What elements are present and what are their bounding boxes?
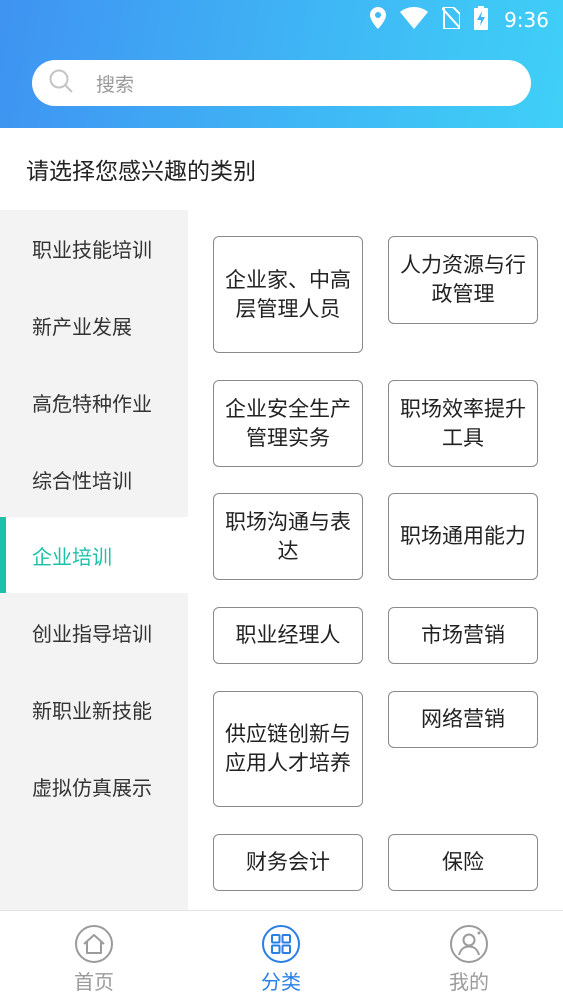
nav-category[interactable]: 分类 [221, 911, 341, 1000]
sidebar-item-label: 企业培训 [32, 544, 112, 569]
sidebar-item-enterprise[interactable]: 企业培训 [0, 517, 188, 593]
sidebar-item-label: 新产业发展 [32, 314, 132, 339]
sidebar-item-virtual-simulation[interactable]: 虚拟仿真展示 [0, 748, 188, 824]
category-card[interactable]: 网络营销 [388, 691, 538, 748]
category-card[interactable]: 财务会计 [213, 834, 363, 891]
status-time: 9:36 [504, 8, 549, 32]
category-card[interactable]: 保险 [388, 834, 538, 891]
category-card[interactable]: 职业经理人 [213, 607, 363, 664]
nav-label: 分类 [261, 970, 301, 994]
search-bar[interactable]: 搜索 [32, 60, 531, 106]
status-bar: 9:36 [0, 0, 563, 40]
sidebar-item-label: 高危特种作业 [32, 391, 152, 416]
category-card[interactable]: 职场效率提升工具 [388, 380, 538, 467]
sidebar-item-label: 综合性培训 [32, 468, 132, 493]
wifi-icon [400, 7, 429, 33]
bottom-nav: 首页 分类 我的 [0, 910, 563, 1000]
page-prompt: 请选择您感兴趣的类别 [26, 159, 256, 185]
user-icon [449, 924, 489, 964]
nav-label: 首页 [74, 970, 114, 994]
category-card[interactable]: 人力资源与行政管理 [388, 236, 538, 324]
nav-profile[interactable]: 我的 [409, 911, 529, 1000]
sidebar-item-high-risk-work[interactable]: 高危特种作业 [0, 364, 188, 440]
nav-label: 我的 [449, 970, 489, 994]
sidebar-item-comprehensive[interactable]: 综合性培训 [0, 441, 188, 517]
sidebar-item-new-industry[interactable]: 新产业发展 [0, 287, 188, 363]
no-sim-icon [441, 6, 462, 33]
header: 9:36 搜索 [0, 0, 563, 128]
category-card[interactable]: 职场通用能力 [388, 493, 538, 580]
sidebar-item-label: 虚拟仿真展示 [32, 775, 152, 800]
category-card[interactable]: 职场沟通与表达 [213, 493, 363, 580]
sidebar-item-label: 职业技能培训 [32, 237, 152, 262]
grid-icon [261, 924, 301, 964]
category-card[interactable]: 市场营销 [388, 607, 538, 664]
category-card[interactable]: 企业安全生产管理实务 [213, 380, 363, 467]
search-input[interactable]: 搜索 [96, 70, 134, 97]
sidebar-item-label: 创业指导培训 [32, 621, 152, 646]
sidebar-item-entrepreneurship[interactable]: 创业指导培训 [0, 594, 188, 670]
sidebar-item-new-occupation[interactable]: 新职业新技能 [0, 671, 188, 747]
sidebar-item-vocational-skills[interactable]: 职业技能培训 [0, 210, 188, 286]
home-icon [74, 924, 114, 964]
location-icon [370, 7, 387, 33]
category-sidebar: 职业技能培训 新产业发展 高危特种作业 综合性培训 企业培训 创业指导培训 新职… [0, 210, 188, 910]
sidebar-item-label: 新职业新技能 [32, 698, 152, 723]
nav-home[interactable]: 首页 [34, 911, 154, 1000]
search-icon [48, 68, 74, 98]
category-card[interactable]: 企业家、中高层管理人员 [213, 236, 363, 353]
battery-charging-icon [474, 6, 489, 34]
category-card[interactable]: 供应链创新与应用人才培养 [213, 691, 363, 807]
